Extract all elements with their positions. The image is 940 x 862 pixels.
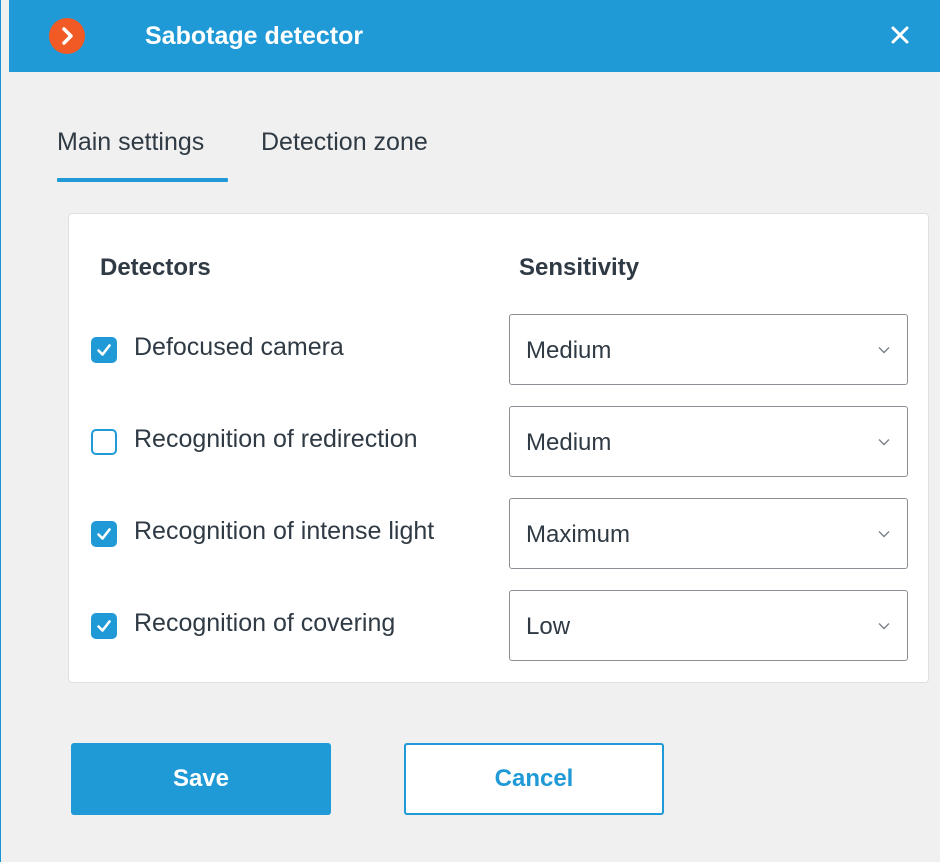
select-value: Medium	[526, 429, 612, 456]
chevron-down-icon	[878, 439, 890, 446]
defocused-sensitivity-select[interactable]: Medium	[509, 314, 908, 385]
defocused-camera-checkbox[interactable]	[91, 337, 117, 363]
intense-light-checkbox[interactable]	[91, 521, 117, 547]
detector-row-defocused: Defocused camera Medium	[69, 314, 928, 386]
chevron-right-icon	[62, 27, 73, 45]
close-icon	[891, 26, 909, 44]
chevron-down-icon	[878, 623, 890, 630]
checkmark-icon	[97, 344, 111, 356]
detectors-panel: Detectors Sensitivity Defocused camera M…	[68, 213, 929, 683]
select-value: Low	[526, 613, 571, 640]
redirection-checkbox[interactable]	[91, 429, 117, 455]
cancel-button[interactable]: Cancel	[404, 743, 664, 815]
defocused-camera-label: Defocused camera	[134, 333, 344, 361]
sabotage-detector-dialog: Sabotage detector Main settings Detectio…	[0, 0, 940, 862]
save-button[interactable]: Save	[71, 743, 331, 815]
select-value: Medium	[526, 337, 612, 364]
chevron-down-icon	[878, 347, 890, 354]
app-logo-icon	[49, 18, 85, 54]
dialog-title: Sabotage detector	[145, 22, 364, 50]
detectors-header: Detectors	[100, 254, 211, 281]
intense-light-label: Recognition of intense light	[134, 517, 435, 545]
tab-detection-zone[interactable]: Detection zone	[261, 128, 428, 157]
select-value: Maximum	[526, 521, 631, 548]
checkmark-icon	[97, 528, 111, 540]
detector-row-covering: Recognition of covering Low	[69, 590, 928, 662]
checkmark-icon	[97, 620, 111, 632]
covering-sensitivity-select[interactable]: Low	[509, 590, 908, 661]
tab-main-settings[interactable]: Main settings	[57, 128, 204, 157]
active-tab-indicator	[57, 178, 228, 182]
title-bar: Sabotage detector	[9, 0, 940, 72]
detector-row-intense-light: Recognition of intense light Maximum	[69, 498, 928, 570]
sensitivity-header: Sensitivity	[519, 254, 640, 281]
covering-label: Recognition of covering	[134, 609, 396, 637]
detector-row-redirection: Recognition of redirection Medium	[69, 406, 928, 478]
redirection-sensitivity-select[interactable]: Medium	[509, 406, 908, 477]
close-button[interactable]	[885, 20, 915, 50]
covering-checkbox[interactable]	[91, 613, 117, 639]
chevron-down-icon	[878, 531, 890, 538]
redirection-label: Recognition of redirection	[134, 425, 418, 453]
intense-light-sensitivity-select[interactable]: Maximum	[509, 498, 908, 569]
